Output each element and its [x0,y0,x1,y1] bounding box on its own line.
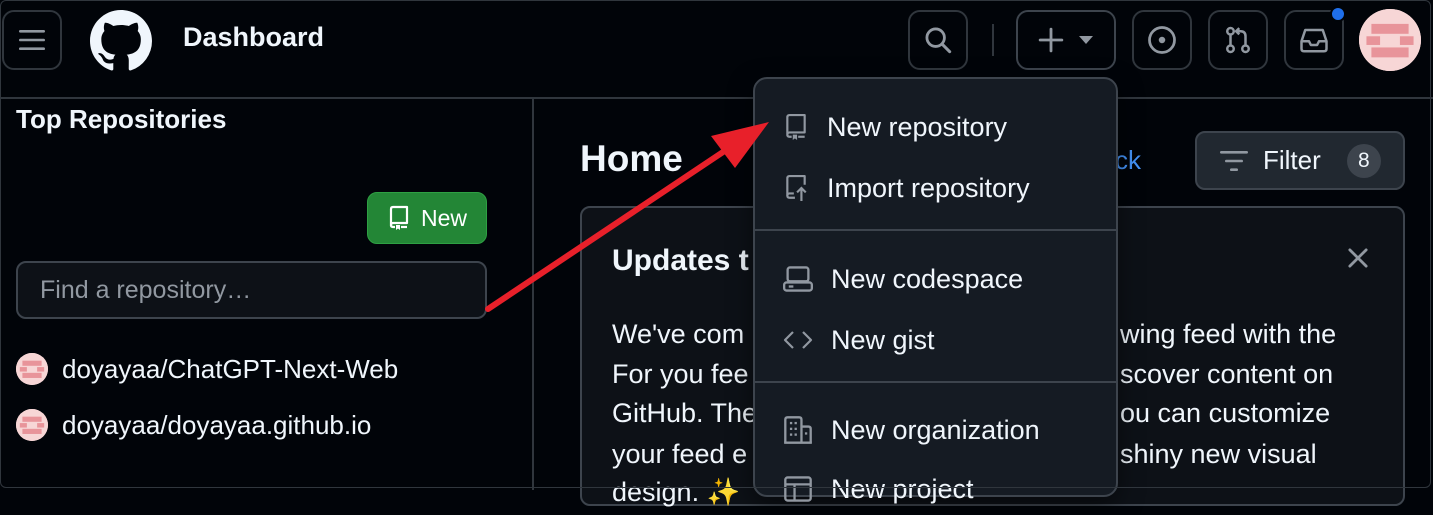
menu-item-new-gist[interactable]: New gist [755,314,1116,366]
issue-icon [1148,26,1176,54]
menu-button[interactable] [2,10,62,70]
create-new-menu: New repository Import repository New cod… [753,77,1118,504]
identicon-icon [1359,9,1421,71]
menu-item-label: New codespace [831,263,1024,294]
page-title: Home [580,138,683,179]
card-text-line: For you fee [612,359,749,389]
pull-requests-button[interactable] [1208,10,1268,70]
menu-item-label: New repository [827,111,1008,142]
menu-item-label: New organization [831,414,1040,445]
github-logo-icon[interactable] [90,10,152,72]
repo-push-icon [786,174,807,201]
repo-list-item[interactable]: doyayaa/ChatGPT-Next-Web [16,353,398,385]
organization-icon [784,416,812,444]
header-context-title[interactable]: Dashboard [183,22,324,53]
filter-count-badge: 8 [1346,143,1381,178]
menu-item-new-codespace[interactable]: New codespace [755,253,1116,305]
pull-request-icon [1226,26,1250,54]
create-new-button[interactable] [1016,10,1116,70]
menu-item-new-project[interactable]: New project [755,463,1116,515]
filter-icon [1220,150,1248,171]
table-icon [784,476,812,502]
search-icon [925,27,952,54]
menu-item-label: Import repository [827,172,1030,203]
card-text-line: shiny new visual [1120,439,1317,469]
card-text-line: ou can customize [1120,398,1331,428]
repo-list-item[interactable]: doyayaa/doyayaa.github.io [16,409,371,441]
inbox-icon [1300,28,1328,53]
filter-label: Filter [1263,145,1321,175]
filter-button[interactable]: Filter 8 [1195,131,1405,190]
feedback-link[interactable]: ck [1115,145,1141,176]
top-repositories-heading: Top Repositories [16,104,227,134]
code-icon [783,331,813,349]
menu-item-import-repository[interactable]: Import repository [755,162,1116,214]
close-icon[interactable] [1344,244,1372,272]
header-divider [992,24,994,56]
repo-owner-avatar [16,353,48,385]
repo-icon [389,205,409,230]
updates-card-title: Updates t [612,244,749,277]
plus-icon [1038,27,1064,53]
identicon-icon [16,353,48,385]
chevron-down-icon [1079,36,1093,44]
identicon-icon [16,409,48,441]
repo-icon [786,114,806,140]
card-text-line: wing feed with the [1120,319,1337,349]
menu-item-new-organization[interactable]: New organization [755,404,1116,456]
repo-name[interactable]: doyayaa/doyayaa.github.io [62,410,371,441]
repo-owner-avatar [16,409,48,441]
card-text-line: GitHub. The [612,398,758,428]
search-button[interactable] [908,10,968,70]
menu-icon [19,30,45,50]
new-repository-button[interactable]: New [367,192,487,244]
find-repository-input[interactable] [16,261,487,319]
card-text-line: your feed e [612,439,748,469]
menu-divider [755,229,1116,231]
menu-item-new-repository[interactable]: New repository [755,101,1116,153]
new-button-label: New [420,204,467,231]
user-avatar[interactable] [1359,9,1421,71]
codespaces-icon [783,266,813,292]
menu-divider [755,381,1116,383]
repo-name[interactable]: doyayaa/ChatGPT-Next-Web [62,354,398,385]
issues-button[interactable] [1132,10,1192,70]
card-text-line: We've com [612,319,745,349]
menu-item-label: New gist [831,324,935,355]
card-text-line: scover content on [1120,359,1334,389]
notification-indicator [1330,6,1346,22]
menu-item-label: New project [831,473,974,504]
card-text-line: design. ✨ [612,477,741,507]
